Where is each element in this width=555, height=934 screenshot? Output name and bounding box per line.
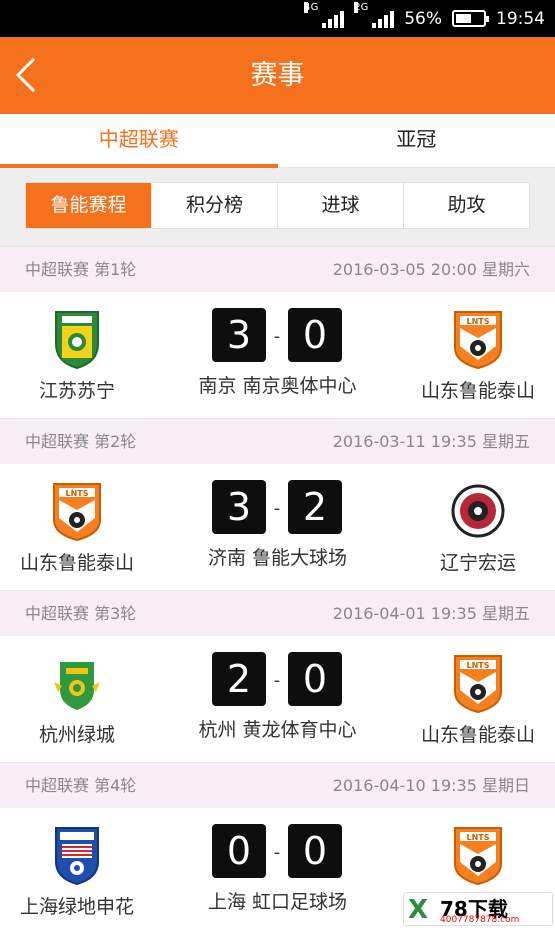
shandong-luneng-badge: LNTS: [50, 480, 104, 542]
app-header: 赛事: [0, 37, 555, 114]
score-separator: -: [269, 842, 285, 863]
home-score: 3: [212, 308, 266, 362]
match-venue: 上海 虹口足球场: [150, 887, 405, 914]
match-datetime: 2016-03-11 19:35 星期五: [333, 419, 530, 465]
score-separator: -: [269, 670, 285, 691]
match-datetime: 2016-04-01 19:35 星期五: [333, 591, 530, 637]
round-number: 中超联赛 第4轮: [25, 763, 136, 809]
scoreboard: 2 - 0: [212, 652, 342, 706]
league-tabs: 中超联赛 亚冠: [0, 114, 555, 168]
scoreboard: 0 - 0: [212, 824, 342, 878]
away-score: 0: [288, 824, 342, 878]
match-list: 中超联赛 第1轮 2016-03-05 20:00 星期六 江苏苏宁 3 - 0 …: [0, 246, 555, 934]
hangzhou-greentown-badge: [50, 652, 104, 714]
clock: 19:54: [496, 9, 545, 29]
round-number: 中超联赛 第2轮: [25, 419, 136, 465]
round-number: 中超联赛 第3轮: [25, 591, 136, 637]
svg-text:LNTS: LNTS: [466, 661, 489, 670]
jiangsu-suning-badge: [50, 308, 104, 370]
subtab-goals[interactable]: 进球: [277, 183, 403, 228]
away-team: 辽宁宏运: [413, 464, 543, 590]
home-team-name: 山东鲁能泰山: [12, 548, 142, 575]
match-venue: 济南 鲁能大球场: [150, 543, 405, 570]
home-team-name: 江苏苏宁: [12, 376, 142, 403]
home-team-name: 杭州绿城: [12, 720, 142, 747]
shandong-luneng-badge: LNTS: [451, 824, 505, 886]
match-row[interactable]: 杭州绿城 2 - 0 杭州 黄龙体育中心 LNTS 山东鲁能泰山: [0, 636, 555, 762]
home-team: 上海绿地申花: [12, 808, 142, 934]
match-row[interactable]: LNTS 山东鲁能泰山 3 - 2 济南 鲁能大球场 辽宁宏运: [0, 464, 555, 590]
away-score: 2: [288, 480, 342, 534]
home-team: 江苏苏宁: [12, 292, 142, 418]
round-header: 中超联赛 第2轮 2016-03-11 19:35 星期五: [0, 418, 555, 464]
score-separator: -: [269, 498, 285, 519]
liaoning-hongyun-badge: [451, 480, 505, 542]
round-header: 中超联赛 第4轮 2016-04-10 19:35 星期日: [0, 762, 555, 808]
home-score: 2: [212, 652, 266, 706]
home-team: 杭州绿城: [12, 636, 142, 762]
away-team-name: 山东鲁能泰山: [413, 376, 543, 403]
home-score: 3: [212, 480, 266, 534]
scoreboard: 3 - 2: [212, 480, 342, 534]
subtab-standings[interactable]: 积分榜: [151, 183, 277, 228]
shanghai-shenhua-badge: [50, 824, 104, 886]
page-title: 赛事: [0, 37, 555, 114]
home-team-name: 上海绿地申花: [12, 892, 142, 919]
away-score: 0: [288, 308, 342, 362]
score-separator: -: [269, 326, 285, 347]
home-team: LNTS 山东鲁能泰山: [12, 464, 142, 590]
away-score: 0: [288, 652, 342, 706]
signal-2g-icon: 2G: [372, 10, 394, 28]
battery-percent: 56%: [404, 9, 442, 29]
match-row[interactable]: 江苏苏宁 3 - 0 南京 南京奥体中心 LNTS 山东鲁能泰山: [0, 292, 555, 418]
round-header: 中超联赛 第3轮 2016-04-01 19:35 星期五: [0, 590, 555, 636]
tab-csl[interactable]: 中超联赛: [0, 114, 278, 167]
tab-acl[interactable]: 亚冠: [278, 114, 555, 167]
watermark-logo: X 78下载 4007787878.com: [403, 892, 553, 926]
away-team-name: 山东鲁能泰山: [413, 720, 543, 747]
match-venue: 南京 南京奥体中心: [150, 371, 405, 398]
match-venue: 杭州 黄龙体育中心: [150, 715, 405, 742]
subtab-schedule[interactable]: 鲁能赛程: [26, 183, 151, 228]
status-bar: 4G 2G 56% 19:54: [0, 0, 555, 37]
subtab-assists[interactable]: 助攻: [403, 183, 529, 228]
subtabs-bar: 鲁能赛程 积分榜 进球 助攻: [0, 168, 555, 246]
match-datetime: 2016-03-05 20:00 星期六: [333, 247, 530, 293]
away-team: LNTS 山东鲁能泰山: [413, 636, 543, 762]
subtabs: 鲁能赛程 积分榜 进球 助攻: [25, 182, 530, 229]
home-score: 0: [212, 824, 266, 878]
match-datetime: 2016-04-10 19:35 星期日: [333, 763, 530, 809]
round-number: 中超联赛 第1轮: [25, 247, 136, 293]
scoreboard: 3 - 0: [212, 308, 342, 362]
svg-text:LNTS: LNTS: [466, 317, 489, 326]
signal-4g-icon: 4G: [322, 10, 344, 28]
shandong-luneng-badge: LNTS: [451, 308, 505, 370]
battery-icon: [452, 10, 486, 27]
shandong-luneng-badge: LNTS: [451, 652, 505, 714]
round-header: 中超联赛 第1轮 2016-03-05 20:00 星期六: [0, 246, 555, 292]
svg-text:LNTS: LNTS: [466, 833, 489, 842]
away-team-name: 辽宁宏运: [413, 548, 543, 575]
svg-text:LNTS: LNTS: [65, 489, 88, 498]
away-team: LNTS 山东鲁能泰山: [413, 292, 543, 418]
